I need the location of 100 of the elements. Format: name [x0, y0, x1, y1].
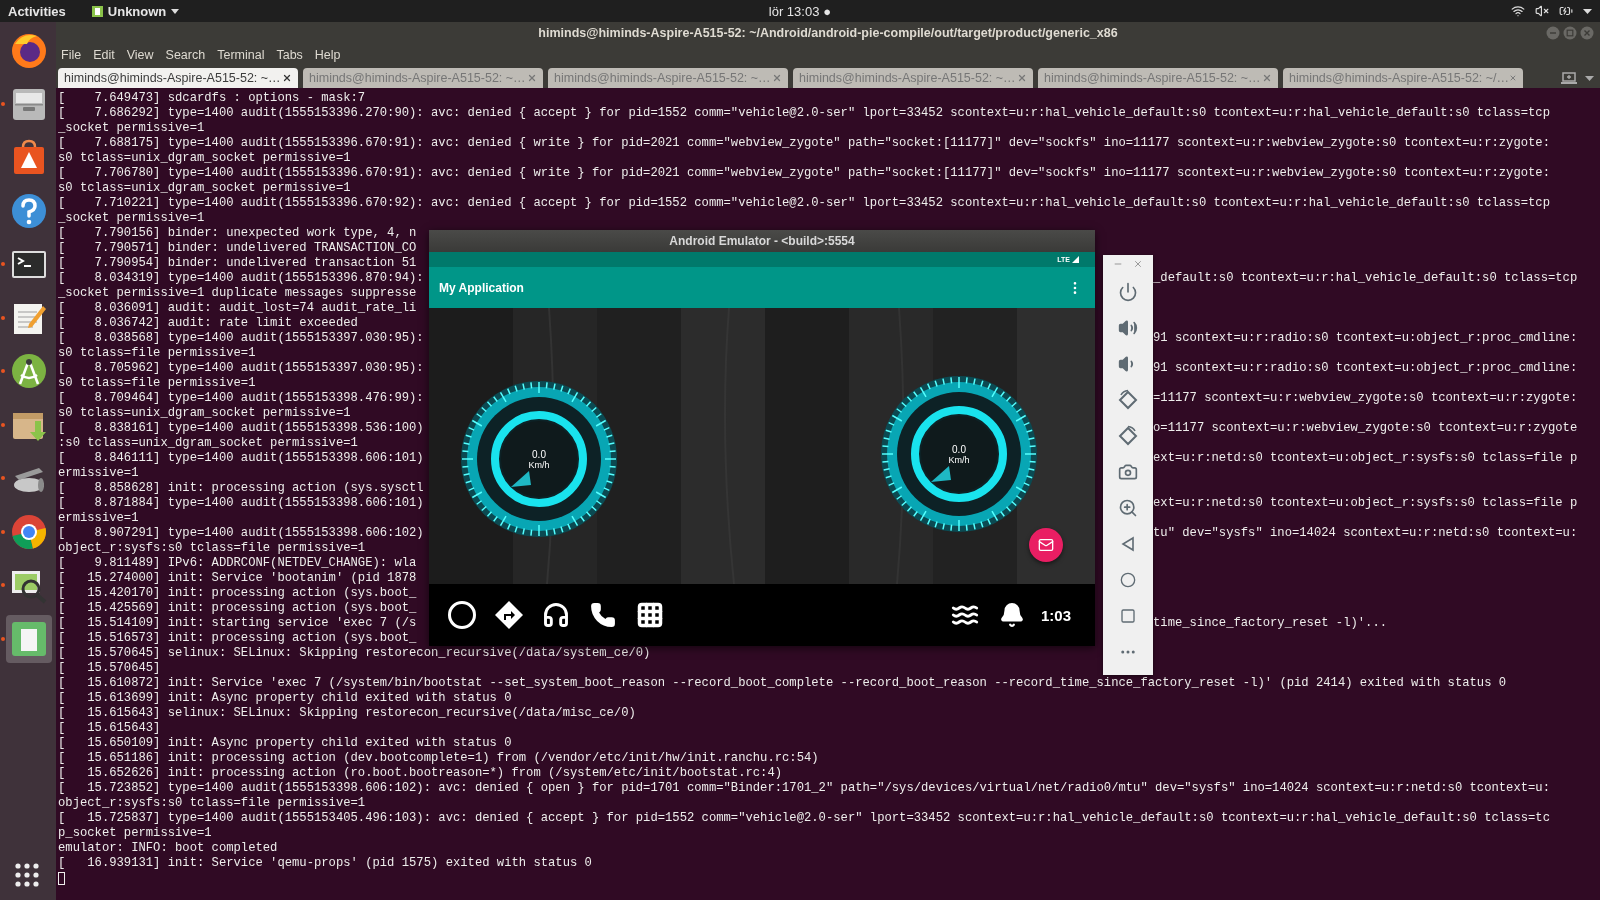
notification-indicator: ●	[823, 3, 832, 19]
caret-icon	[171, 8, 180, 14]
log-line: tu" dev="sysfs" ino=14024 scontext=u:r:netd:s0 tcontext=u:	[1153, 526, 1578, 541]
dock-button[interactable]	[6, 614, 52, 663]
log-line: [ 7.790571] binder: undelivered TRANSACTION_CO	[58, 241, 417, 256]
mail-icon	[1038, 537, 1054, 553]
log-line: _socket permissive=1	[58, 211, 205, 226]
app-icon	[91, 5, 103, 17]
log-line: s0 tclass=unix_dgram_socket permissive=1	[58, 406, 351, 421]
log-line: emulator: INFO: boot completed	[58, 841, 278, 856]
log-line: [ 15.723852] type=1400 audit(1555153398.606:102): avc: denied { open } for pid=1701 comm="Binder:1701_2" path="/sys/devices/virtual/net/radio0/mtu" dev="sysfs" ino=14024 scontext=u:r:netd:s0 tcontext=u:	[58, 781, 1550, 796]
log-line: s0 tclass=file permissive=1	[58, 376, 256, 391]
log-line: [ 15.725837] type=1400 audit(1555153405.496:103): avc: denied { accept } for pid=1552 comm="vehicle@2.0-ser" lport=33452 scontext=u:r:hal_vehicle_default:s0 tcontext=u:r:hal_vehicle_default:s0 tclass=tc	[58, 811, 1550, 826]
back-icon[interactable]	[1120, 536, 1136, 552]
clock: 1:03	[1040, 606, 1071, 624]
log-line: [ 8.846111] type=1400 audit(1555153398.606:101)	[58, 451, 424, 466]
log-line: ermissive=1	[58, 511, 139, 526]
close-icon[interactable]	[282, 73, 292, 83]
apps-grid-icon[interactable]	[636, 601, 664, 629]
speed-value: 0.0	[532, 448, 546, 460]
log-line: [ 7.710221] type=1400 audit(1555153396.670:92): avc: denied { accept } for pid=1552 comm="vehicle@2.0-ser" lport=33452 scontext=u:r:hal_vehicle_default:s0 tcontext=u:r:hal_vehicle_default:s0 tclass=tcp	[58, 196, 1550, 211]
menu-item[interactable]: File	[61, 48, 82, 62]
log-line: [ 15.615643] selinux: SELinux: Skipping restorecon_recursive(/data/misc_ce/0)	[58, 706, 636, 721]
menu-item[interactable]: Terminal	[217, 48, 265, 62]
log-line: o=11177 scontext=u:r:webview_zygote:s0 tcontext=u:r:zygote	[1153, 421, 1578, 436]
app-title: My Application	[439, 280, 524, 295]
home-icon[interactable]	[1120, 572, 1136, 588]
log-line: [ 15.651186] init: processing action (dev.bootcomplete=1) from (/vendor/etc/init/hw/init.ranchu.rc:54)	[58, 751, 819, 766]
wifi-icon[interactable]	[1511, 4, 1525, 18]
log-line: [ 8.705962] type=1400 audit(1555153397.030:95):	[58, 361, 424, 376]
volume-up-icon[interactable]	[1118, 318, 1138, 338]
log-line: [ 9.811489] IPv6: ADDRCONF(NETDEV_CHANGE): wla	[58, 556, 417, 571]
log-line: [ 15.610872] init: Service 'exec 7 (/system/bin/bootstat --set_system_boot_reason --record_boot_complete --record_boot_reason --record_time_since_factory_reset -l)' (pid 2414) exited with status 0	[58, 676, 1507, 691]
window-title: himinds@himinds-Aspire-A515-52: ~/Android/android-pie-compile/out/target/product/generic_x86	[538, 26, 1118, 40]
log-line: [ 16.939131] init: Service 'qemu-props' (pid 1575) exited with status 0	[58, 856, 592, 871]
menu-item[interactable]: Search	[165, 48, 206, 62]
log-line: [ 15.516573] init: processing action (sys.boot_	[58, 631, 417, 646]
log-line: [ 7.790156] binder: unexpected work type, 4, n	[58, 226, 417, 241]
camera-icon[interactable]	[1118, 462, 1138, 482]
power-icon[interactable]	[1118, 282, 1138, 302]
app-menu[interactable]: Unknown	[91, 3, 180, 19]
log-line: [ 15.274000] init: Service 'bootanim' (pid 1878	[58, 571, 417, 586]
zoom-icon[interactable]	[1118, 498, 1138, 518]
bell-icon[interactable]	[998, 602, 1025, 628]
directions-icon[interactable]	[494, 600, 524, 630]
log-line: [ 15.613699] init: Async property child exited with status 0	[58, 691, 512, 706]
log-line: _socket permissive=1	[58, 121, 205, 136]
log-line: [ 8.838161] type=1400 audit(1555153398.536:100)	[58, 421, 424, 436]
log-line: [ 8.036742] audit: rate limit exceeded	[58, 316, 358, 331]
battery-icon[interactable]	[1559, 4, 1573, 18]
menu-item[interactable]: Help	[314, 48, 341, 62]
menu-item[interactable]: Edit	[93, 48, 115, 62]
log-line: _socket permissive=1 duplicate messages suppresse	[58, 286, 417, 301]
signal-icon	[1072, 256, 1079, 263]
log-line: ext=u:r:netd:s0 tcontext=u:object_r:sysfs:s0 tclass=file p	[1153, 451, 1578, 466]
log-line: [ 8.858628] init: processing action (sys.sysctl	[58, 481, 424, 496]
home-circle-icon[interactable]	[447, 600, 477, 630]
log-line: [ 8.709464] type=1400 audit(1555153398.476:99):	[58, 391, 424, 406]
menu-item[interactable]: View	[126, 48, 154, 62]
log-line: [ 7.790954] binder: undelivered transaction 51	[58, 256, 417, 271]
log-line: [ 15.650109] init: Async property child exited with status 0	[58, 736, 512, 751]
headphones-icon[interactable]	[542, 601, 570, 629]
log-line: =11177 scontext=u:r:webview_zygote:s0 tcontext=u:r:zygote:	[1153, 391, 1578, 406]
speed-value: 0.0	[952, 443, 966, 455]
tab[interactable]: himinds@himinds-Aspire-A515-52: ~…	[58, 68, 298, 88]
log-line: object_r:sysfs:s0 tclass=file permissive=1	[58, 796, 366, 811]
android-compass-icon	[9, 351, 49, 391]
window-title: Android Emulator - <build>:5554	[669, 234, 855, 248]
new-tab-icon[interactable]	[1561, 72, 1577, 85]
rotate-right-icon[interactable]	[1117, 425, 1139, 447]
clock[interactable]: lör 13:03	[768, 3, 820, 19]
log-line: object_r:sysfs:s0 tclass=file permissive=1	[58, 541, 366, 556]
log-line: [ 15.570645] selinux: SELinux: Skipping restorecon_recursive(/data/system_ce/0)	[58, 646, 651, 661]
log-line: s0 tclass=file permissive=1	[58, 346, 256, 361]
log-line: [ 15.420170] init: processing action (sys.boot_	[58, 586, 417, 601]
overview-icon[interactable]	[1120, 608, 1136, 624]
app-grid-icon[interactable]	[14, 862, 40, 888]
log-line: [ 7.686292] type=1400 audit(1555153396.270:90): avc: denied { accept } for pid=1552 comm="vehicle@2.0-ser" lport=33452 scontext=u:r:hal_vehicle_default:s0 tcontext=u:r:hal_vehicle_default:s0 tclass=tcp	[58, 106, 1550, 121]
log-line: [ 15.425569] init: processing action (sys.boot_	[58, 601, 417, 616]
activities-button[interactable]: Activities	[8, 3, 66, 19]
caret-icon[interactable]	[1583, 8, 1592, 14]
phone-icon[interactable]	[590, 602, 616, 628]
log-line: [ 7.649473] sdcardfs : options - mask:7	[58, 91, 366, 106]
log-line: [ 15.514109] init: starting service 'exec 7 (/s	[58, 616, 417, 631]
rotate-left-icon[interactable]	[1117, 389, 1139, 411]
log-line: [ 15.615643]	[58, 721, 161, 736]
log-line: [ 8.871884] type=1400 audit(1555153398.606:101)	[58, 496, 424, 511]
log-line: :s0 tclass=unix_dgram_socket permissive=1	[58, 436, 358, 451]
speed-unit: Km/h	[948, 454, 970, 465]
log-line: [ 7.688175] type=1400 audit(1555153396.670:91): avc: denied { write } for pid=2021 comm="webview_zygote" path="socket:[11177]" dev="sockfs" ino=11177 scontext=u:r:webview_zygote:s0 tcontext=u:r:zygote:	[58, 136, 1550, 151]
log-line: [ 8.036091] audit: audit_lost=74 audit_rate_li	[58, 301, 417, 316]
log-line: s0 tclass=unix_dgram_socket permissive=1	[58, 151, 351, 166]
volume-muted-icon[interactable]	[1535, 4, 1549, 18]
log-line: 91 scontext=u:r:radio:s0 tcontext=u:object_r:proc_cmdline:	[1153, 331, 1578, 346]
log-line: [ 7.706780] type=1400 audit(1555153396.670:91): avc: denied { write } for pid=2021 comm="webview_zygote" path="socket:[11177]" dev="sockfs" ino=11177 scontext=u:r:webview_zygote:s0 tcontext=u:r:zygote:	[58, 166, 1550, 181]
log-line: [ 8.907291] type=1400 audit(1555153398.606:102)	[58, 526, 424, 541]
menu-item[interactable]: Tabs	[276, 48, 303, 62]
log-line: [ 8.034319] type=1400 audit(1555153396.870:94):	[58, 271, 424, 286]
log-line: [ 8.038568] type=1400 audit(1555153397.030:95):	[58, 331, 424, 346]
log-line: [ 15.652626] init: processing action (ro.boot.bootreason=*) from (/system/etc/init/bootstat.rc:4)	[58, 766, 783, 781]
